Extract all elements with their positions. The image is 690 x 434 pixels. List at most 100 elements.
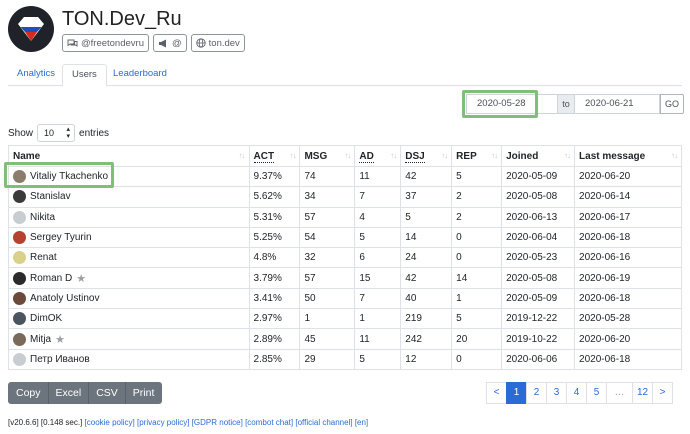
tab-leaderboard[interactable]: Leaderboard — [104, 64, 176, 86]
export-buttons: Copy Excel CSV Print — [8, 382, 163, 404]
main-tabs: Analytics Users Leaderboard — [8, 64, 682, 87]
avatar — [13, 312, 26, 326]
page-1[interactable]: 1 — [506, 382, 527, 404]
col-header-act[interactable]: ACT ↑↓ — [248, 145, 301, 167]
entries-select[interactable]: 10 ▴ ▾ — [37, 124, 76, 142]
table-row: Stanislav 5.62% 34 7 37 2 2020-05-08 2020-06-14 — [8, 186, 682, 208]
date-to-input[interactable]: 2020-06-21 — [574, 94, 660, 114]
cell-ad: 7 — [354, 186, 402, 208]
tab-users[interactable]: Users — [62, 64, 107, 87]
cell-name: Петр Иванов — [8, 348, 250, 370]
cell-name: Anatoly Ustinov — [8, 287, 250, 310]
cell-dsj: 42 — [400, 165, 453, 188]
avatar — [13, 352, 26, 366]
table-row: Sergey Tyurin 5.25% 54 5 14 0 2020-06-04 2020-0… — [8, 226, 682, 249]
diamond-flag-icon — [18, 17, 44, 41]
cell-rep: 2 — [451, 186, 503, 208]
cell-last: 2020-06-18 — [574, 287, 682, 310]
cell-ad: 1 — [354, 308, 402, 330]
tab-analytics[interactable]: Analytics — [8, 64, 64, 86]
channel-link-badge[interactable]: @ — [152, 34, 187, 52]
cell-act: 3.79% — [248, 267, 301, 289]
copy-button[interactable]: Copy — [8, 382, 49, 404]
badge-label: @freetondevru — [81, 37, 144, 49]
col-header-dsj[interactable]: DSJ ↑↓ — [400, 145, 453, 167]
cell-act: 5.31% — [248, 206, 301, 228]
user-name[interactable]: Nikita — [30, 212, 55, 223]
go-button[interactable]: GO — [660, 94, 684, 114]
cell-last: 2020-05-28 — [574, 308, 682, 330]
page-3[interactable]: 3 — [546, 382, 567, 404]
avatar — [13, 190, 26, 204]
user-name[interactable]: Anatoly Ustinov — [30, 293, 99, 304]
comments-icon — [67, 39, 78, 47]
cell-act: 2.85% — [248, 348, 301, 370]
gdpr-notice-link[interactable]: [GDPR notice] — [192, 418, 243, 427]
col-header-msg[interactable]: MSG ↑↓ — [299, 145, 356, 167]
cell-rep: 14 — [451, 267, 503, 289]
website-link-badge[interactable]: ton.dev — [190, 34, 245, 52]
cell-rep: 5 — [451, 165, 503, 188]
megaphone-icon — [158, 39, 166, 47]
cell-act: 9.37% — [248, 165, 301, 188]
avatar — [13, 291, 26, 305]
globe-icon — [195, 38, 206, 48]
col-header-rep[interactable]: REP ↑↓ — [451, 145, 503, 167]
cell-name: Mitja ★ — [8, 328, 250, 350]
show-entries: Show 10 ▴ ▾ entries — [8, 124, 109, 142]
col-header-last-message[interactable]: Last message ↑↓ — [574, 145, 682, 167]
user-name[interactable]: Roman D — [30, 273, 72, 284]
cell-dsj: 242 — [400, 328, 453, 350]
cell-act: 2.97% — [248, 308, 301, 330]
user-name[interactable]: Sergey Tyurin — [30, 232, 92, 243]
page-prev[interactable]: < — [486, 382, 507, 404]
site-logo — [8, 6, 54, 52]
cell-name: Nikita — [8, 206, 250, 228]
avatar — [13, 231, 26, 245]
official-channel-link[interactable]: [official channel] — [295, 418, 352, 427]
cell-ad: 11 — [354, 165, 402, 188]
chat-link-badge[interactable]: @freetondevru — [62, 34, 149, 52]
page-2[interactable]: 2 — [526, 382, 547, 404]
star-icon: ★ — [55, 333, 65, 346]
cell-joined: 2020-06-04 — [501, 226, 576, 249]
col-header-ad[interactable]: AD ↑↓ — [354, 145, 402, 167]
cell-ad: 11 — [354, 328, 402, 350]
cell-last: 2020-06-18 — [574, 226, 682, 249]
cell-msg: 1 — [299, 308, 356, 330]
page-5[interactable]: 5 — [586, 382, 607, 404]
user-name[interactable]: Stanislav — [30, 191, 71, 202]
csv-button[interactable]: CSV — [89, 382, 126, 404]
cell-joined: 2019-12-22 — [501, 308, 576, 330]
sort-icon: ↑↓ — [390, 151, 397, 160]
user-name[interactable]: Петр Иванов — [30, 354, 90, 365]
highlight-box-date — [462, 90, 538, 118]
cell-last: 2020-06-20 — [574, 328, 682, 350]
user-name[interactable]: Renat — [30, 252, 57, 263]
show-label: Show — [8, 127, 34, 139]
sort-icon: ↑↓ — [671, 151, 678, 160]
print-button[interactable]: Print — [125, 382, 163, 404]
combot-chat-link[interactable]: [combot chat] — [245, 418, 293, 427]
page-next[interactable]: > — [652, 382, 673, 404]
table-row: Roman D ★ 3.79% 57 15 42 14 2020-05-08 2020-06-1… — [8, 267, 682, 289]
cell-last: 2020-06-19 — [574, 267, 682, 289]
page-4[interactable]: 4 — [566, 382, 587, 404]
cell-dsj: 14 — [400, 226, 453, 249]
cell-name: Sergey Tyurin — [8, 226, 250, 249]
cell-rep: 2 — [451, 206, 503, 228]
user-name[interactable]: Mitja — [30, 334, 51, 345]
cell-ad: 5 — [354, 226, 402, 249]
language-link[interactable]: [en] — [355, 418, 368, 427]
page-12[interactable]: 12 — [632, 382, 653, 404]
excel-button[interactable]: Excel — [48, 382, 90, 404]
cell-joined: 2020-05-08 — [501, 186, 576, 208]
sort-icon: ↑↓ — [289, 151, 296, 160]
cookie-policy-link[interactable]: [cookie policy] — [85, 418, 135, 427]
privacy-policy-link[interactable]: [privacy policy] — [137, 418, 189, 427]
cell-ad: 6 — [354, 247, 402, 269]
footer-version: [v20.6.6] [0.148 sec.] — [8, 418, 83, 427]
cell-dsj: 24 — [400, 247, 453, 269]
col-header-joined[interactable]: Joined ↑↓ — [501, 145, 576, 167]
user-name[interactable]: DimOK — [30, 313, 62, 324]
